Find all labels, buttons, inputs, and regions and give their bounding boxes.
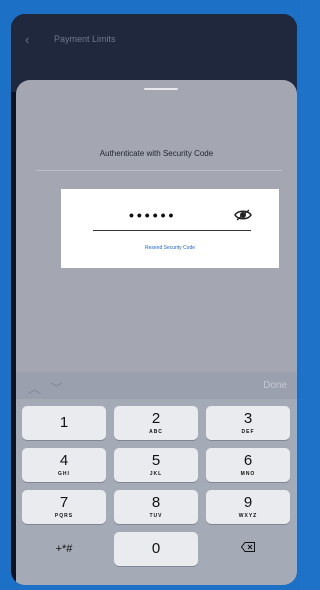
- key-0[interactable]: 0: [114, 532, 198, 566]
- key-digit: 5: [151, 452, 161, 469]
- keyboard-toolbar: ︿ ﹀ Done: [16, 372, 297, 399]
- key-letters: TUV: [149, 513, 163, 519]
- key-letters: DEF: [241, 429, 255, 435]
- numeric-keypad: 1 2 ABC 3 DEF 4 GHI 5 JKL 6 MNO 7 PQRS 8…: [16, 399, 297, 585]
- chevron-left-icon[interactable]: ‹: [25, 32, 29, 47]
- key-digit: 4: [59, 452, 69, 469]
- security-code-panel: •••••• Resend Security Code: [61, 189, 279, 268]
- key-digit: 8: [151, 494, 161, 511]
- phone-screen: ‹ Payment Limits Authenticate with Secur…: [11, 14, 297, 585]
- key-4[interactable]: 4 GHI: [22, 448, 106, 482]
- done-button[interactable]: Done: [263, 380, 287, 391]
- key-2[interactable]: 2 ABC: [114, 406, 198, 440]
- key-1[interactable]: 1: [22, 406, 106, 440]
- divider: [36, 170, 282, 171]
- key-letters: GHI: [58, 471, 70, 477]
- key-digit: 0: [151, 540, 161, 557]
- delete-key[interactable]: [206, 532, 290, 566]
- chevron-down-icon[interactable]: ﹀: [50, 378, 63, 397]
- key-letters: MNO: [240, 471, 256, 477]
- key-letters: PQRS: [54, 513, 74, 519]
- nav-title: Payment Limits: [54, 34, 116, 44]
- input-underline: [93, 230, 251, 231]
- chevron-up-icon[interactable]: ︿: [28, 378, 41, 397]
- symbols-key[interactable]: +*#: [22, 532, 106, 566]
- sheet-drag-handle[interactable]: [144, 88, 178, 90]
- key-6[interactable]: 6 MNO: [206, 448, 290, 482]
- backspace-icon: [241, 542, 255, 552]
- key-9[interactable]: 9 WXYZ: [206, 490, 290, 524]
- key-5[interactable]: 5 JKL: [114, 448, 198, 482]
- key-3[interactable]: 3 DEF: [206, 406, 290, 440]
- auth-title: Authenticate with Security Code: [99, 149, 214, 158]
- key-letters: ABC: [149, 429, 163, 435]
- eye-icon[interactable]: [234, 208, 252, 222]
- key-7[interactable]: 7 PQRS: [22, 490, 106, 524]
- resend-code-link[interactable]: Resend Security Code: [61, 245, 279, 251]
- key-8[interactable]: 8 TUV: [114, 490, 198, 524]
- key-digit: 2: [151, 410, 161, 427]
- key-letters: WXYZ: [238, 513, 258, 519]
- key-digit: 6: [243, 452, 253, 469]
- key-digit: 3: [243, 410, 253, 427]
- key-digit: 7: [59, 494, 69, 511]
- key-letters: JKL: [149, 471, 163, 477]
- security-code-input[interactable]: ••••••: [129, 207, 176, 223]
- symbols-label: +*#: [55, 543, 73, 555]
- key-digit: 9: [243, 494, 253, 511]
- key-digit: 1: [59, 414, 69, 431]
- device-frame: ‹ Payment Limits Authenticate with Secur…: [0, 0, 300, 590]
